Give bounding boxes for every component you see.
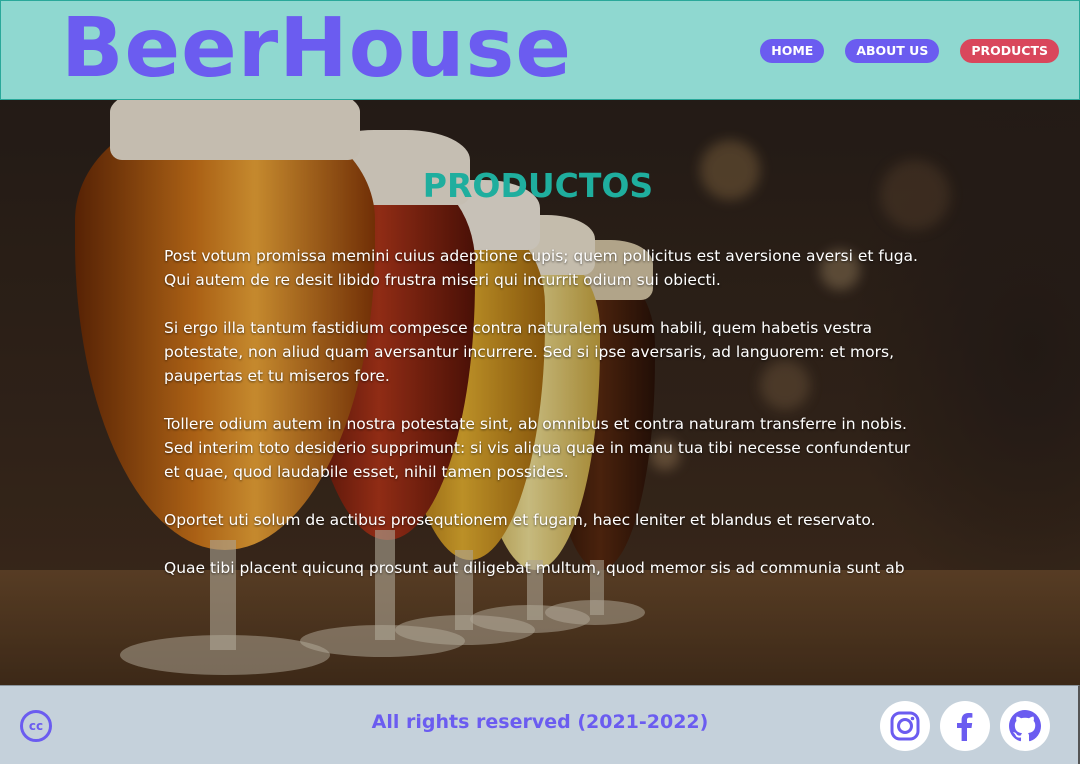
paragraph: Quae tibi placent quicunq prosunt aut di… (164, 559, 905, 577)
nav-home-button[interactable]: HOME (760, 39, 825, 63)
nav-products-button[interactable]: PRODUCTS (960, 39, 1059, 63)
facebook-icon (957, 713, 973, 741)
social-links (880, 701, 1050, 751)
nav-about-button[interactable]: ABOUT US (845, 39, 940, 63)
paragraph: Post votum promissa memini cuius adeptio… (164, 247, 918, 289)
products-hero: PRODUCTOS Post votum promissa memini cui… (0, 100, 1080, 685)
paragraph: Tollere odium autem in nostra potestate … (164, 415, 911, 481)
page-title: PRODUCTOS (422, 166, 654, 205)
paragraph: Oportet uti solum de actibus proseqution… (164, 511, 876, 529)
instagram-icon (890, 711, 920, 741)
site-footer: cc All rights reserved (2021-2022) (0, 685, 1080, 764)
main-nav: HOME ABOUT US PRODUCTS (760, 39, 1059, 63)
instagram-link[interactable] (880, 701, 930, 751)
site-logo[interactable]: BeerHouse (61, 3, 572, 95)
products-description: Post votum promissa memini cuius adeptio… (164, 244, 924, 604)
github-icon (1009, 710, 1041, 742)
site-header: BeerHouse HOME ABOUT US PRODUCTS (0, 0, 1080, 100)
facebook-link[interactable] (940, 701, 990, 751)
paragraph: Si ergo illa tantum fastidium compesce c… (164, 319, 894, 385)
github-link[interactable] (1000, 701, 1050, 751)
